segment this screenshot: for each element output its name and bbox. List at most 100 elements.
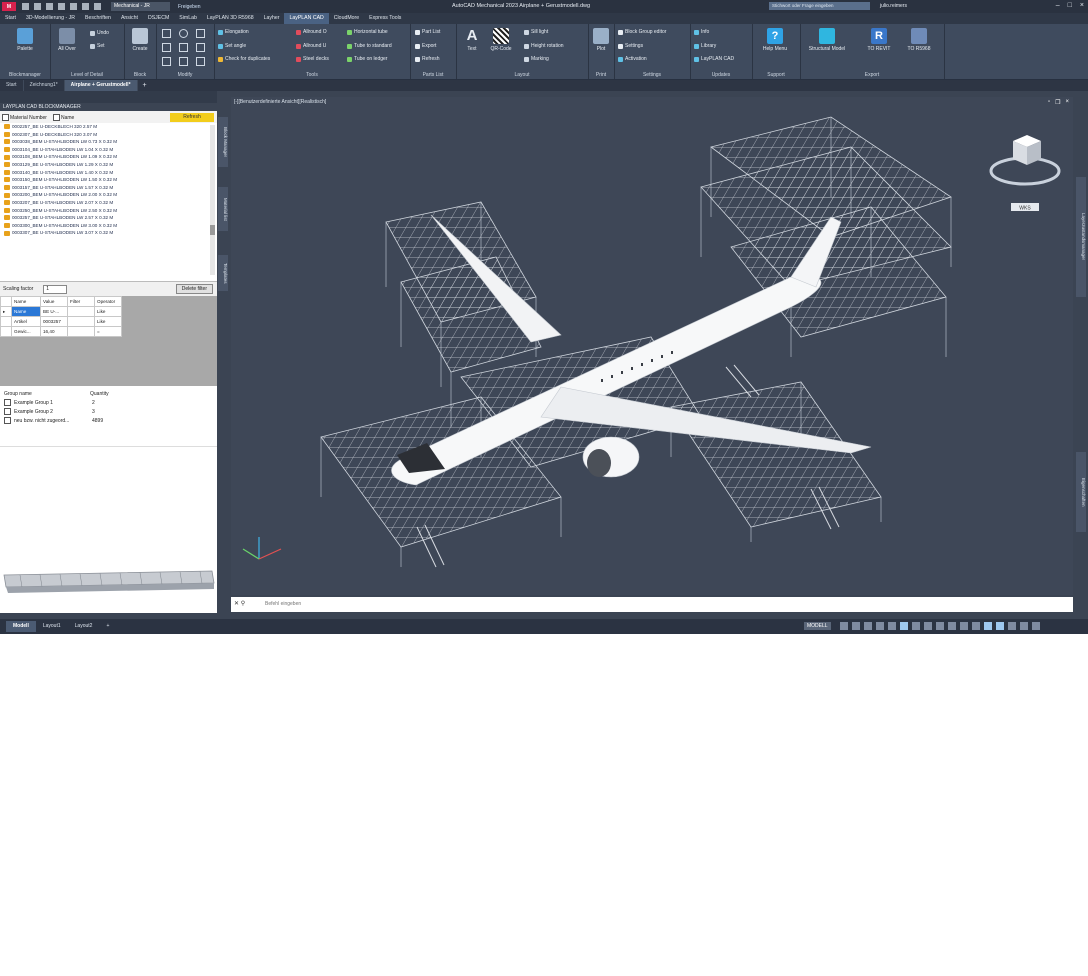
set-lod-button[interactable]: Set	[90, 43, 105, 49]
side-tab-material-list[interactable]: Material list	[218, 187, 228, 231]
hardware-icon[interactable]	[996, 622, 1004, 630]
layout-tab-layout2[interactable]: Layout2	[68, 621, 100, 632]
block-group-editor-button[interactable]: Block Group editor	[618, 29, 666, 35]
help-menu-button[interactable]: ? Help Menu	[762, 28, 788, 52]
close-icon[interactable]: ×	[1080, 2, 1084, 9]
layout-tab-layout1[interactable]: Layout1	[36, 621, 68, 632]
otrack-icon[interactable]	[900, 622, 908, 630]
stretch-icon[interactable]	[162, 57, 171, 66]
settings-button[interactable]: Settings	[618, 43, 643, 49]
operator-select[interactable]: Like	[94, 316, 122, 327]
tab-dsjecm[interactable]: DSJECM	[143, 13, 174, 24]
lineweight-icon[interactable]	[912, 622, 920, 630]
tab-layplan-3d[interactable]: LayPLAN 3D R5968	[202, 13, 259, 24]
grid-cell[interactable]: 16,40	[40, 326, 68, 337]
tab-simlab[interactable]: SimLab	[174, 13, 202, 24]
tube-on-ledger-button[interactable]: Tube on ledger	[347, 56, 387, 62]
maximize-icon[interactable]: □	[1068, 2, 1072, 9]
customization-icon[interactable]	[1020, 622, 1028, 630]
library-button[interactable]: Library	[694, 43, 716, 49]
allround-u-button[interactable]: Allround U	[296, 43, 326, 49]
operator-select[interactable]: Like	[94, 306, 122, 317]
undo-icon[interactable]	[82, 3, 89, 10]
side-tab-block-manager[interactable]: Block Manager	[218, 117, 228, 167]
allround-o-button[interactable]: Allround O	[296, 29, 327, 35]
drawing-viewport[interactable]: [-][Benutzerdefinierte Ansicht][Realisti…	[231, 97, 1073, 595]
checkbox-icon[interactable]	[4, 399, 11, 406]
tab-layplan-cad[interactable]: LayPLAN CAD	[284, 13, 329, 24]
side-tab-properties[interactable]: Eigenschaften	[1076, 452, 1086, 532]
array-icon[interactable]	[196, 43, 205, 52]
list-item[interactable]: 0003307_BE U-STAHLBODEN LW 3.07 X 0.32 M	[0, 229, 217, 237]
grid-cell[interactable]	[67, 316, 95, 327]
text-button[interactable]: A Text	[459, 28, 485, 53]
app-logo[interactable]: M	[2, 2, 16, 11]
all-over-button[interactable]: All Over	[54, 28, 80, 52]
list-item[interactable]: 0003300_BEM U-STAHLBODEN LW 3.00 X 0.32 …	[0, 222, 217, 230]
list-item[interactable]: 0003140_BE U-STAHLBODEN LW 1.40 X 0.32 M	[0, 169, 217, 177]
list-item[interactable]: 0002307_BE U-DECKBLECH 320 3.07 M	[0, 131, 217, 139]
set-angle-button[interactable]: Set angle	[218, 43, 246, 49]
grid-icon[interactable]	[840, 622, 848, 630]
list-item[interactable]: 0003257_BE U-STAHLBODEN LW 2.57 X 0.32 M	[0, 214, 217, 222]
annotation-scale-icon[interactable]	[948, 622, 956, 630]
checkbox-icon[interactable]	[2, 113, 9, 121]
tab-layher[interactable]: Layher	[259, 13, 285, 24]
list-item[interactable]: 0002257_BE U-DECKBLECH 320 2.57 M	[0, 123, 217, 131]
command-input[interactable]	[265, 600, 1045, 608]
open-icon[interactable]	[34, 3, 41, 10]
list-item[interactable]: 0003200_BEM U-STAHLBODEN LW 2.00 X 0.32 …	[0, 191, 217, 199]
grid-cell[interactable]: Artikel	[11, 316, 41, 327]
list-item[interactable]: 0003104_BE U-STAHLBODEN LW 1.04 X 0.32 M	[0, 146, 217, 154]
tab-annotate[interactable]: Beschriften	[80, 13, 116, 24]
operator-select[interactable]: =	[94, 326, 122, 337]
move-icon[interactable]	[162, 29, 171, 38]
to-r5968-button[interactable]: TO R5968	[906, 28, 932, 52]
model-space-toggle[interactable]: MODELL	[804, 622, 831, 630]
gear-icon[interactable]	[936, 622, 944, 630]
export-parts-button[interactable]: Export	[415, 43, 436, 49]
grid-cell[interactable]: Name	[11, 306, 41, 317]
grid-cell[interactable]: Gewic...	[11, 326, 41, 337]
list-scrollbar[interactable]	[210, 125, 215, 275]
plot-button[interactable]: Plot	[588, 28, 614, 52]
grid-cell[interactable]: 0003257	[40, 316, 68, 327]
table-row[interactable]: Artikel 0003257 Like	[0, 316, 122, 327]
add-layout-icon[interactable]: +	[99, 621, 116, 632]
height-rotation-button[interactable]: Height rotation	[524, 43, 564, 49]
doc-tab-drawing1[interactable]: Zeichnung1*	[24, 80, 65, 91]
clean-screen-icon[interactable]	[1008, 622, 1016, 630]
copy-icon[interactable]	[196, 29, 205, 38]
table-row[interactable]: Gewic... 16,40 =	[0, 326, 122, 337]
table-row[interactable]: ▸ Name BE U-... Like	[0, 306, 122, 317]
tab-express-tools[interactable]: Express Tools	[364, 13, 406, 24]
isolate-icon[interactable]	[984, 622, 992, 630]
new-tab-icon[interactable]: +	[138, 82, 152, 89]
user-name[interactable]: julio.reimers	[880, 3, 907, 9]
activation-button[interactable]: Activation	[618, 56, 647, 62]
checkbox-icon[interactable]	[4, 408, 11, 415]
info-button[interactable]: Info	[694, 29, 709, 35]
plus-icon[interactable]	[960, 622, 968, 630]
workspace-select[interactable]: Mechanical - JR	[111, 2, 170, 11]
minimize-icon[interactable]: –	[1056, 2, 1060, 9]
trim-icon[interactable]	[179, 57, 188, 66]
checkbox-icon[interactable]	[4, 417, 11, 424]
checkbox-icon[interactable]	[52, 113, 60, 121]
mirror-icon[interactable]	[162, 43, 171, 52]
tab-start[interactable]: Start	[0, 13, 21, 24]
doc-tab-start[interactable]: Start	[0, 80, 24, 91]
tab-view[interactable]: Ansicht	[116, 13, 143, 24]
list-item[interactable]: neu bzw. nicht zugeord... 4899	[0, 416, 217, 425]
material-number-filter[interactable]: Material Number	[2, 113, 47, 121]
name-filter[interactable]: Name	[52, 113, 74, 121]
tab-cloudmore[interactable]: CloudMore	[329, 13, 364, 24]
print-icon[interactable]	[70, 3, 77, 10]
sill-light-button[interactable]: Sill light	[524, 29, 548, 35]
refresh-button[interactable]: Refresh	[170, 112, 214, 122]
command-wrench-icon[interactable]: ✕ ⚲	[234, 600, 245, 607]
side-tab-templates[interactable]: Templates	[218, 255, 228, 291]
rotate-icon[interactable]	[179, 29, 188, 38]
layplan-cad-update-button[interactable]: LayPLAN CAD	[694, 56, 734, 62]
structural-model-button[interactable]: Structural Model	[806, 28, 848, 52]
